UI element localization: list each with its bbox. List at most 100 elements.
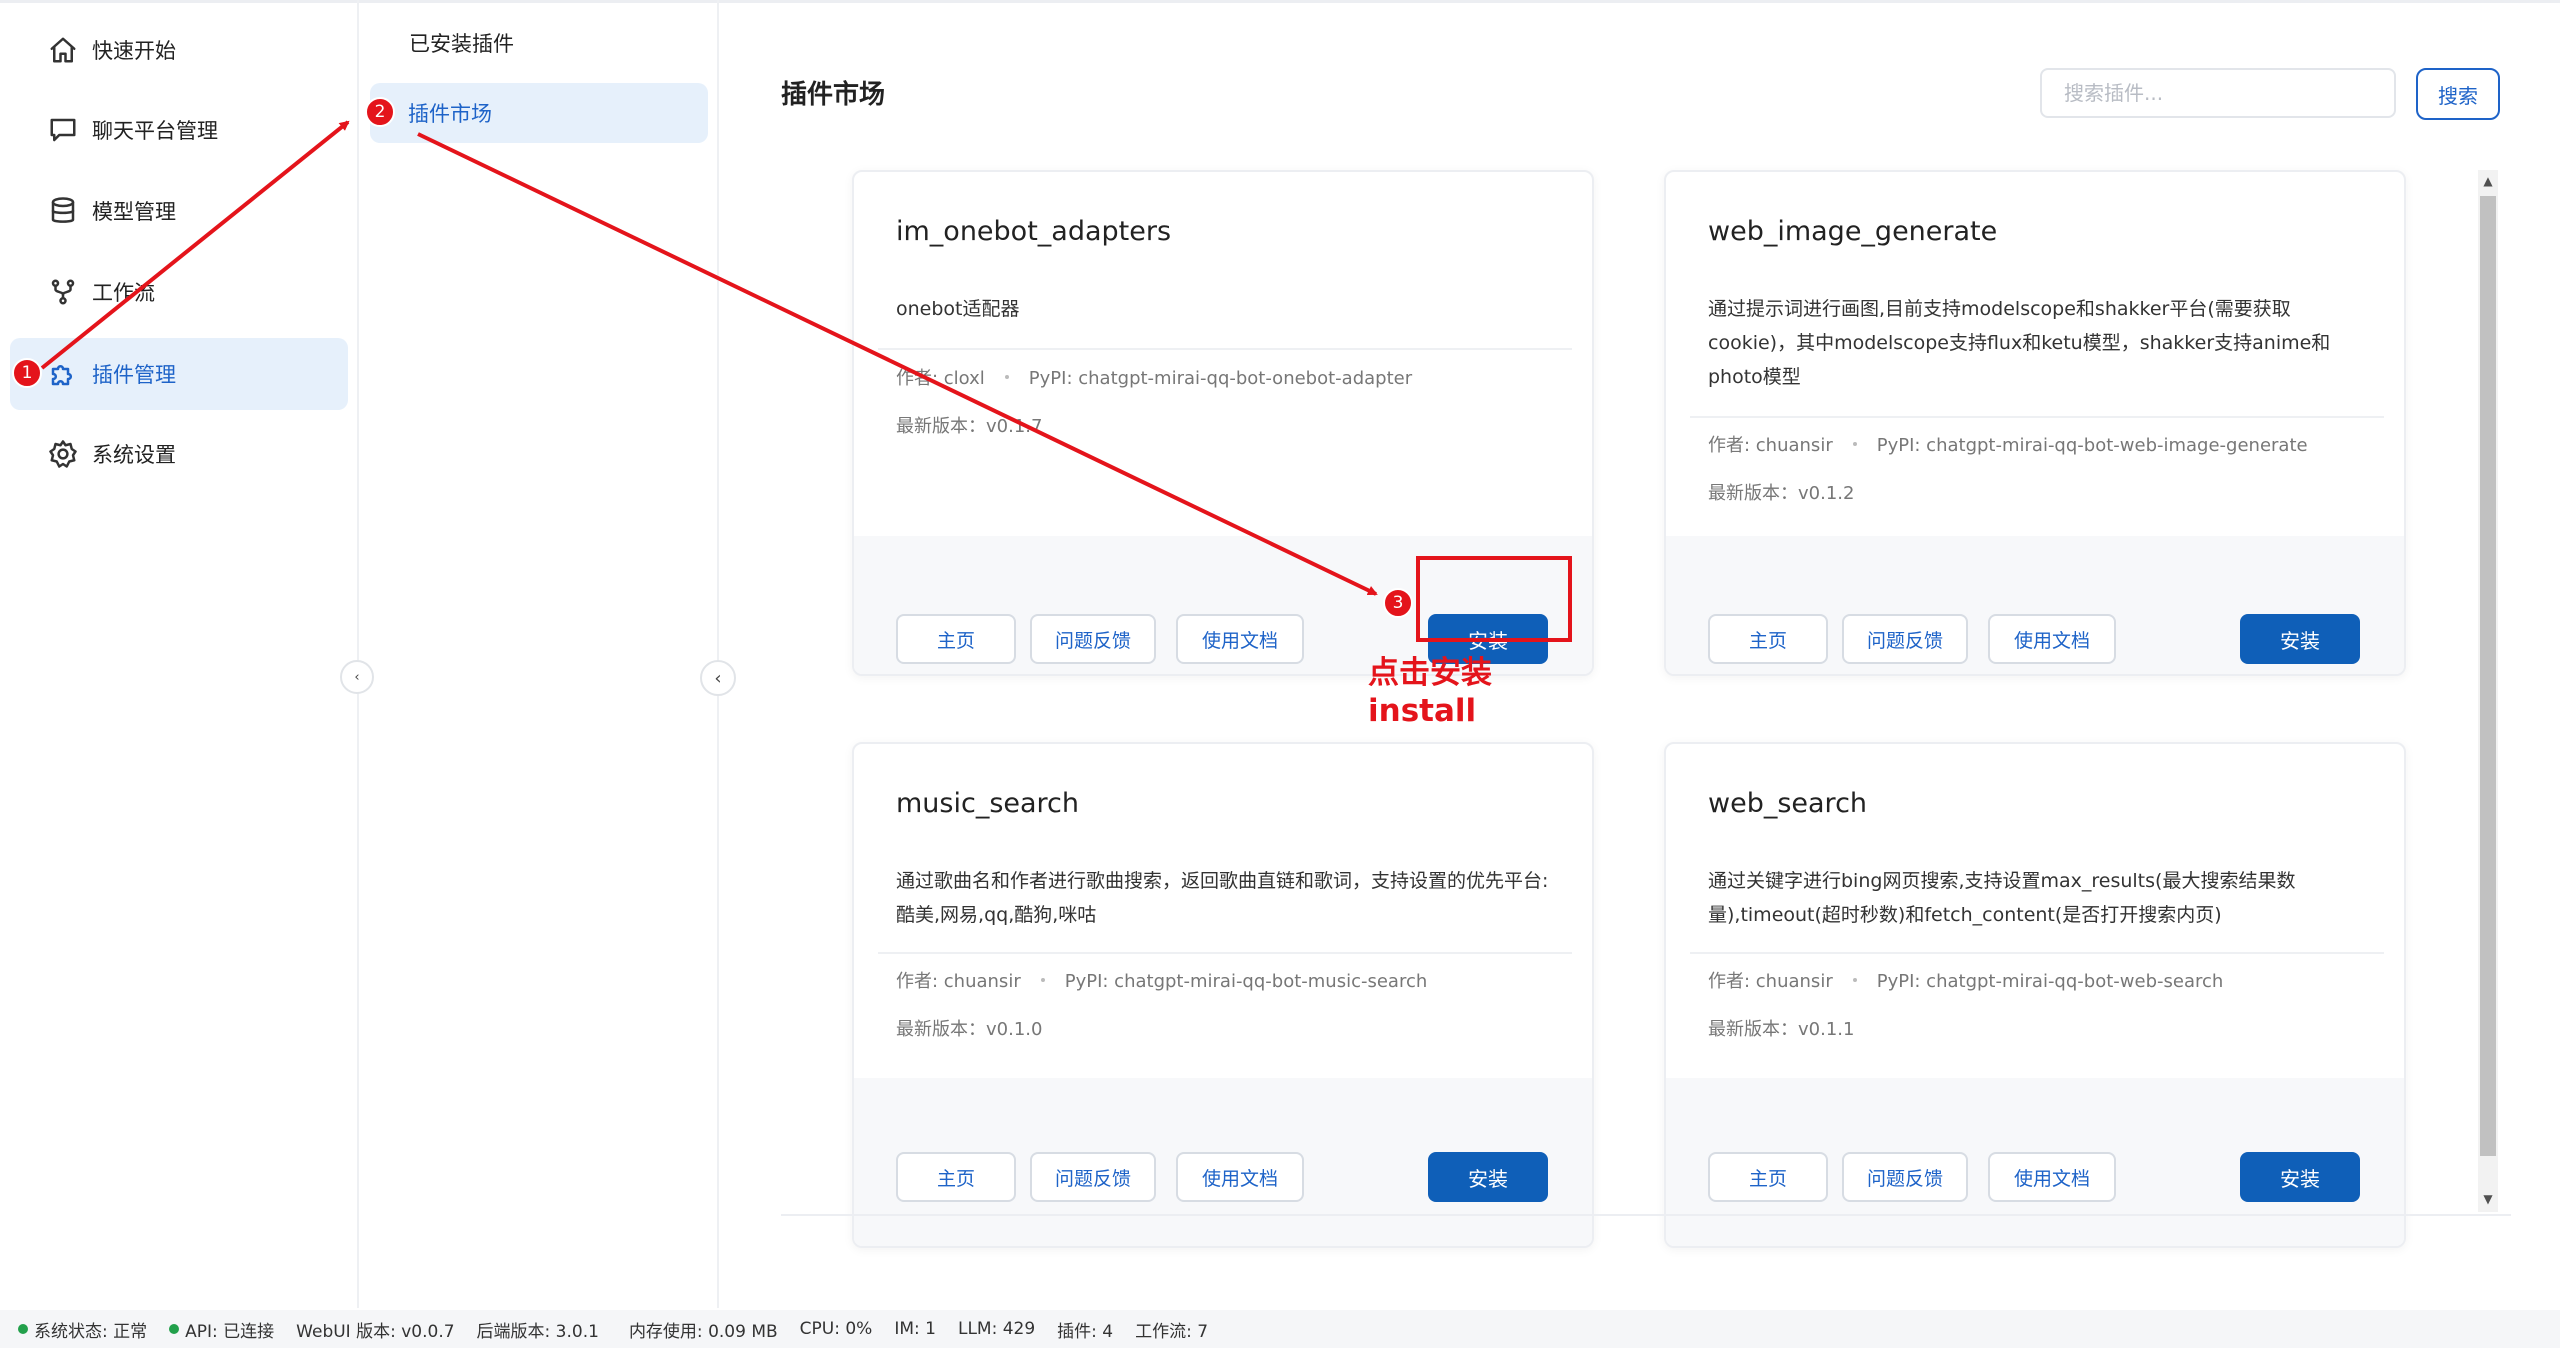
plugin-name: web_search (1708, 788, 1868, 819)
search-button[interactable]: 搜索 (2416, 68, 2500, 120)
feedback-button[interactable]: 问题反馈 (1030, 614, 1156, 664)
status-cpu: CPU: 0% (799, 1319, 873, 1339)
nav-item-label: 插件管理 (92, 363, 176, 387)
plugin-name: music_search (896, 788, 1080, 819)
card-footer: 主页 问题反馈 使用文档 安装 (1666, 536, 2404, 674)
list-bottom-border (781, 1214, 2511, 1216)
status-bar: 系统状态: 正常 API: 已连接 WebUI 版本: v0.0.7 后端版本:… (0, 1310, 2560, 1348)
status-workflows: 工作流: 7 (1135, 1321, 1209, 1342)
plugin-card: music_search 通过歌曲名和作者进行歌曲搜索，返回歌曲直链和歌词，支持… (852, 742, 1594, 1248)
workflow-icon (48, 277, 78, 307)
scroll-down-arrow-icon[interactable]: ▼ (2478, 1188, 2498, 1210)
plugin-card: web_search 通过关键字进行bing网页搜索,支持设置max_resul… (1664, 742, 2406, 1248)
plugin-author: 作者: chuansir (1708, 971, 1833, 992)
plugin-name: web_image_generate (1708, 216, 1998, 247)
status-backend-version: 后端版本: 3.0.1 (476, 1321, 599, 1342)
divider (878, 952, 1572, 954)
plugin-description: 通过提示词进行画图,目前支持modelscope和shakker平台(需要获取c… (1708, 298, 2331, 388)
status-system: 系统状态: 正常 (18, 1317, 147, 1342)
main-sidebar: 快速开始 聊天平台管理 模型管理 工作流 插件管理 系统设置 (0, 0, 359, 1308)
homepage-button[interactable]: 主页 (896, 614, 1016, 664)
nav-item-models[interactable]: 模型管理 (10, 175, 348, 247)
plugin-meta: 作者: cloxl PyPI: chatgpt-mirai-qq-bot-oneb… (896, 364, 1412, 390)
plugin-meta: 作者: chuansir PyPI: chatgpt-mirai-qq-bot-w… (1708, 967, 2223, 993)
separator-dot (1040, 978, 1045, 982)
nav-item-label: 工作流 (92, 281, 155, 305)
card-footer: 主页 问题反馈 使用文档 安装 (854, 1078, 1592, 1246)
status-plugins: 插件: 4 (1057, 1321, 1114, 1342)
install-button[interactable]: 安装 (1428, 1152, 1548, 1202)
status-ok-dot-icon (18, 1324, 28, 1334)
gear-icon (48, 439, 78, 469)
plugin-description: 通过歌曲名和作者进行歌曲搜索，返回歌曲直链和歌词，支持设置的优先平台:酷美,网易… (896, 870, 1549, 926)
separator-dot (1004, 375, 1009, 379)
plugin-author: 作者: chuansir (896, 971, 1021, 992)
card-footer: 主页 问题反馈 使用文档 安装 (1666, 1078, 2404, 1246)
homepage-button[interactable]: 主页 (1708, 1152, 1828, 1202)
plugin-author: 作者: cloxl (896, 368, 985, 389)
plugin-author: 作者: chuansir (1708, 435, 1833, 456)
install-highlight-box (1416, 556, 1572, 642)
database-icon (48, 196, 78, 226)
subnav-installed-plugins[interactable]: 已安装插件 (409, 28, 514, 58)
scrollbar-thumb[interactable] (2480, 196, 2496, 1156)
plugin-description: 通过关键字进行bing网页搜索,支持设置max_results(最大搜索结果数量… (1708, 870, 2296, 926)
chevron-left-icon: ‹ (714, 667, 722, 689)
plugin-meta: 作者: chuansir PyPI: chatgpt-mirai-qq-bot-w… (1708, 431, 2308, 457)
nav-item-plugins[interactable]: 插件管理 (10, 338, 348, 410)
status-api: API: 已连接 (169, 1317, 274, 1342)
step-badge-1: 1 (12, 358, 42, 388)
install-button[interactable]: 安装 (2240, 1152, 2360, 1202)
status-webui-version: WebUI 版本: v0.0.7 (296, 1321, 455, 1342)
plugin-card: web_image_generate 通过提示词进行画图,目前支持modelsc… (1664, 170, 2406, 676)
nav-item-settings[interactable]: 系统设置 (10, 418, 348, 490)
home-icon (48, 35, 78, 65)
divider (878, 348, 1572, 350)
plugin-version: 最新版本：v0.1.0 (896, 1019, 1043, 1040)
status-memory: 内存使用: 0.09 MB (628, 1321, 778, 1342)
page-title: 插件市场 (781, 80, 886, 110)
nav-item-label: 系统设置 (92, 443, 176, 467)
docs-button[interactable]: 使用文档 (1988, 1152, 2116, 1202)
plugin-version: 最新版本：v0.1.2 (1708, 483, 1855, 504)
plugin-pypi: PyPI: chatgpt-mirai-qq-bot-web-image-gen… (1876, 435, 2308, 456)
plugin-pypi: PyPI: chatgpt-mirai-qq-bot-onebot-adapte… (1028, 368, 1413, 389)
puzzle-icon (48, 359, 78, 389)
nav-item-label: 快速开始 (92, 39, 176, 63)
nav-item-workflows[interactable]: 工作流 (10, 256, 348, 328)
chevron-left-icon: ‹ (354, 669, 360, 685)
docs-button[interactable]: 使用文档 (1176, 614, 1304, 664)
nav-item-label: 聊天平台管理 (92, 119, 218, 143)
status-im: IM: 1 (894, 1319, 936, 1339)
separator-dot (1852, 442, 1857, 446)
plugin-version: 最新版本：v0.1.1 (1708, 1019, 1855, 1040)
step-badge-2: 2 (365, 97, 395, 127)
docs-button[interactable]: 使用文档 (1988, 614, 2116, 664)
search-input[interactable] (2040, 68, 2396, 118)
separator-dot (1852, 978, 1857, 982)
plugin-subnav: 已安装插件 插件市场 (361, 0, 719, 1308)
status-llm: LLM: 429 (957, 1319, 1036, 1339)
nav-item-label: 模型管理 (92, 200, 176, 224)
nav-item-chat-platforms[interactable]: 聊天平台管理 (10, 94, 348, 166)
homepage-button[interactable]: 主页 (896, 1152, 1016, 1202)
status-ok-dot-icon (169, 1324, 180, 1334)
plugin-pypi: PyPI: chatgpt-mirai-qq-bot-web-search (1876, 971, 2224, 992)
install-button[interactable]: 安装 (2240, 614, 2360, 664)
plugin-description: onebot适配器 (896, 298, 1020, 320)
homepage-button[interactable]: 主页 (1708, 614, 1828, 664)
install-hint-text: 点击安装 install (1368, 655, 1492, 729)
collapse-subnav-button[interactable]: ‹ (700, 660, 736, 696)
plugin-pypi: PyPI: chatgpt-mirai-qq-bot-music-search (1064, 971, 1428, 992)
subnav-plugin-market[interactable]: 插件市场 (370, 83, 708, 143)
docs-button[interactable]: 使用文档 (1176, 1152, 1304, 1202)
scroll-up-arrow-icon[interactable]: ▲ (2478, 170, 2498, 192)
step-badge-3: 3 (1383, 588, 1413, 618)
nav-item-quickstart[interactable]: 快速开始 (10, 14, 348, 86)
feedback-button[interactable]: 问题反馈 (1030, 1152, 1156, 1202)
subnav-item-label: 插件市场 (408, 102, 492, 126)
feedback-button[interactable]: 问题反馈 (1842, 614, 1968, 664)
feedback-button[interactable]: 问题反馈 (1842, 1152, 1968, 1202)
plugin-meta: 作者: chuansir PyPI: chatgpt-mirai-qq-bot-m… (896, 967, 1427, 993)
plugin-name: im_onebot_adapters (896, 216, 1172, 247)
